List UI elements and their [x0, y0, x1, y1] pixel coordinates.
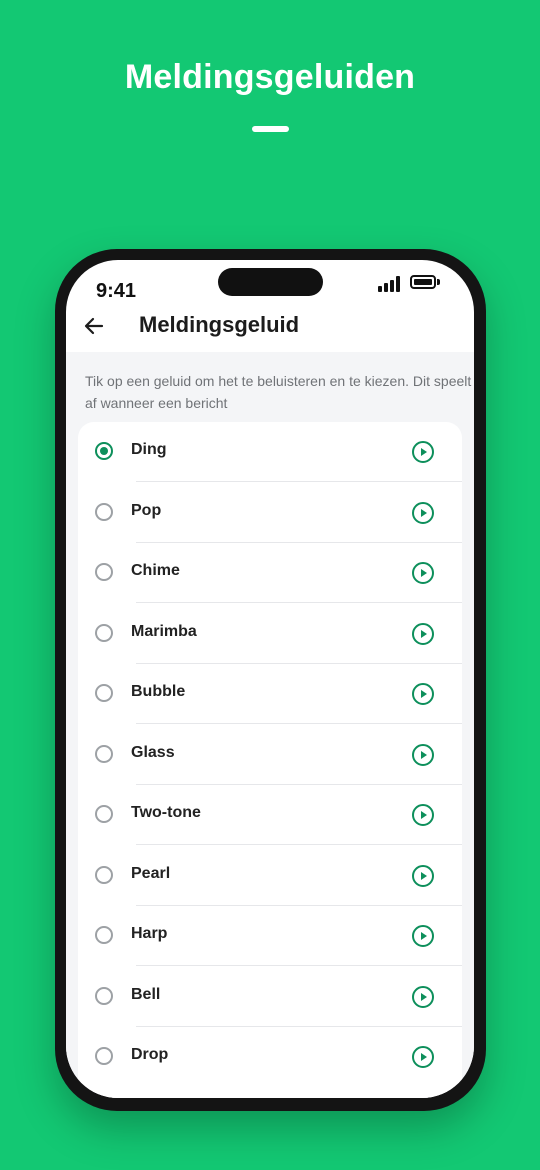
- sound-row-bell[interactable]: Bell: [78, 967, 462, 1027]
- sound-label: Ding: [131, 441, 167, 458]
- play-circle-icon[interactable]: [411, 561, 435, 585]
- radio-button-icon[interactable]: [95, 744, 113, 763]
- sound-row-pearl[interactable]: Pearl: [78, 846, 462, 906]
- sound-row-pop[interactable]: Pop: [78, 483, 462, 543]
- sound-row-drop[interactable]: Drop: [78, 1027, 462, 1087]
- sound-label: Pearl: [131, 864, 171, 882]
- sound-label: Bell: [131, 985, 161, 1003]
- promo-title: Meldingsgeluiden: [124, 58, 416, 96]
- play-circle-icon[interactable]: [411, 440, 435, 464]
- page-title: Meldingsgeluid: [139, 312, 300, 337]
- sound-label: Marimba: [131, 622, 197, 640]
- sound-row-two-tone[interactable]: Two-tone: [78, 785, 462, 845]
- sound-list: Ding Pop Chime Marimba Bubble Glass Two-tone Pe…: [78, 422, 462, 1098]
- sound-row-ding[interactable]: Ding: [78, 422, 462, 482]
- app-bar: Meldingsgeluid: [66, 300, 474, 352]
- signal-icon: [378, 276, 402, 292]
- sound-row-harp[interactable]: Harp: [78, 906, 462, 966]
- sound-label: Harp: [131, 925, 168, 942]
- play-circle-icon[interactable]: [411, 501, 435, 525]
- play-circle-icon[interactable]: [411, 743, 435, 767]
- play-circle-icon[interactable]: [411, 924, 435, 948]
- content-area: Tik op een geluid om het te beluisteren …: [66, 352, 474, 1098]
- sound-label: Drop: [131, 1046, 169, 1063]
- radio-button-icon[interactable]: [95, 684, 113, 702]
- phone-frame: 9:41 Meldingsgeluid Tik op een geluid om…: [55, 249, 486, 1111]
- radio-button-icon[interactable]: [95, 563, 113, 581]
- radio-button-icon[interactable]: [95, 926, 113, 944]
- radio-button-icon[interactable]: [95, 502, 113, 521]
- play-circle-icon[interactable]: [411, 682, 435, 706]
- sound-label: Pop: [131, 501, 162, 519]
- battery-icon: [410, 275, 436, 289]
- play-circle-icon[interactable]: [411, 622, 435, 646]
- sound-label: Glass: [131, 743, 175, 761]
- sound-row-chime[interactable]: Chime: [78, 543, 462, 603]
- play-circle-icon[interactable]: [411, 1045, 435, 1069]
- radio-button-icon[interactable]: [95, 623, 113, 642]
- sound-label: Two-tone: [131, 804, 201, 821]
- play-circle-icon[interactable]: [411, 985, 435, 1009]
- dynamic-island: [218, 268, 323, 296]
- sound-label: Bubble: [131, 683, 186, 700]
- description-text: Tik op een geluid om het te beluisteren …: [85, 373, 472, 411]
- play-circle-icon[interactable]: [411, 864, 435, 888]
- radio-button-icon[interactable]: [95, 805, 113, 823]
- arrow-left-icon[interactable]: [82, 314, 106, 338]
- sound-label: Chime: [131, 562, 180, 579]
- battery-tip: [437, 279, 440, 285]
- radio-button-icon[interactable]: [95, 865, 113, 884]
- sound-row-marimba[interactable]: Marimba: [78, 604, 462, 664]
- play-circle-icon[interactable]: [411, 803, 435, 827]
- radio-button-icon[interactable]: [95, 986, 113, 1005]
- sound-row-glass[interactable]: Glass: [78, 725, 462, 785]
- radio-button-icon[interactable]: [95, 1047, 113, 1065]
- radio-button-icon[interactable]: [95, 442, 113, 460]
- sound-row-bubble[interactable]: Bubble: [78, 664, 462, 724]
- promo-divider: [252, 126, 289, 132]
- phone-screen: 9:41 Meldingsgeluid Tik op een geluid om…: [66, 260, 474, 1098]
